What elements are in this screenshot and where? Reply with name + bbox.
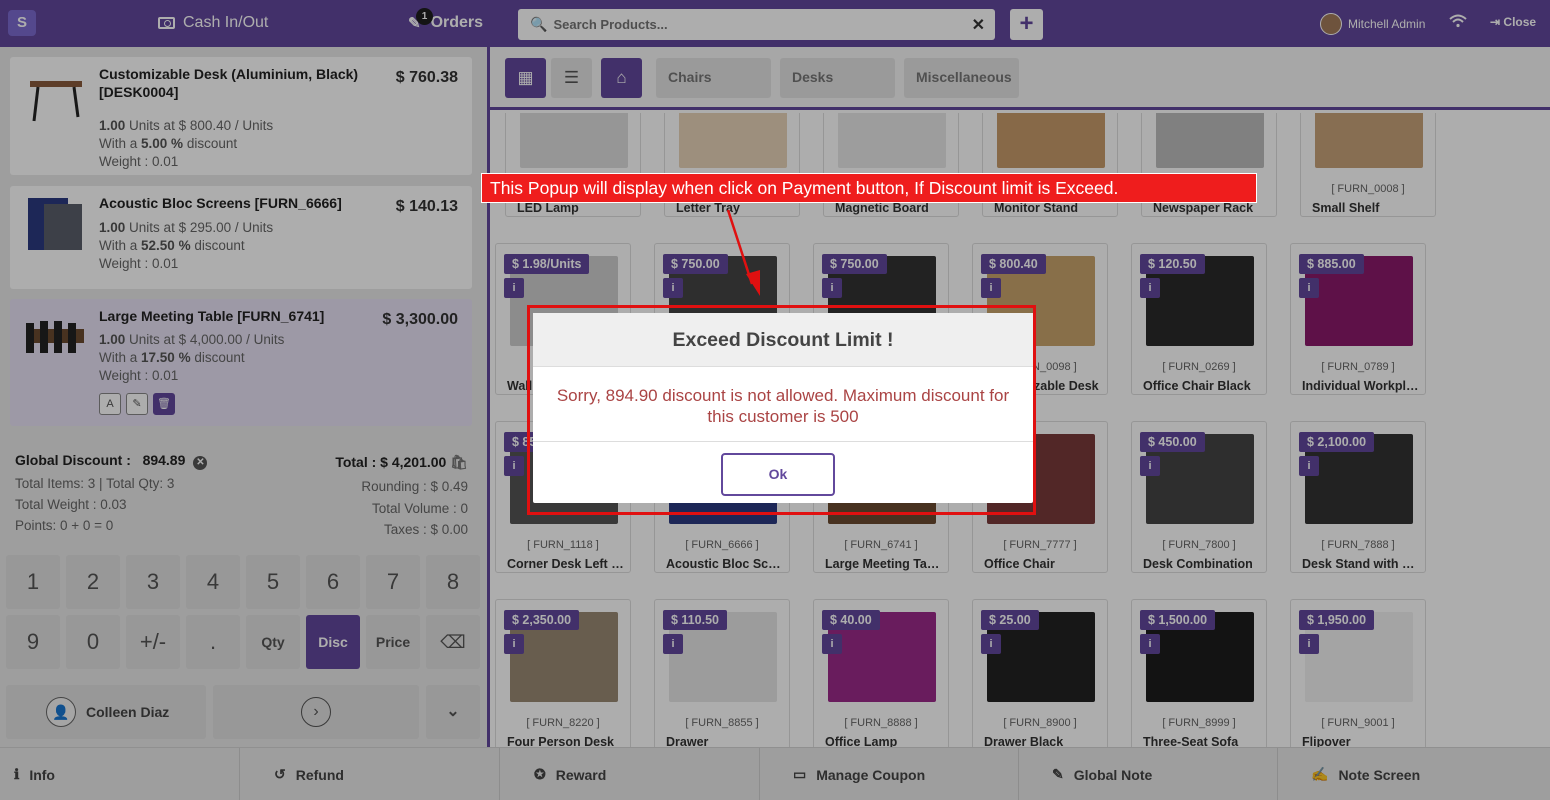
exceed-discount-dialog: Exceed Discount Limit ! Sorry, 894.90 di… xyxy=(533,313,1033,503)
dialog-message: Sorry, 894.90 discount is not allowed. M… xyxy=(533,367,1033,442)
annotation-callout: This Popup will display when click on Pa… xyxy=(481,173,1257,203)
dialog-title: Exceed Discount Limit ! xyxy=(533,313,1033,367)
ok-button[interactable]: Ok xyxy=(721,453,835,496)
